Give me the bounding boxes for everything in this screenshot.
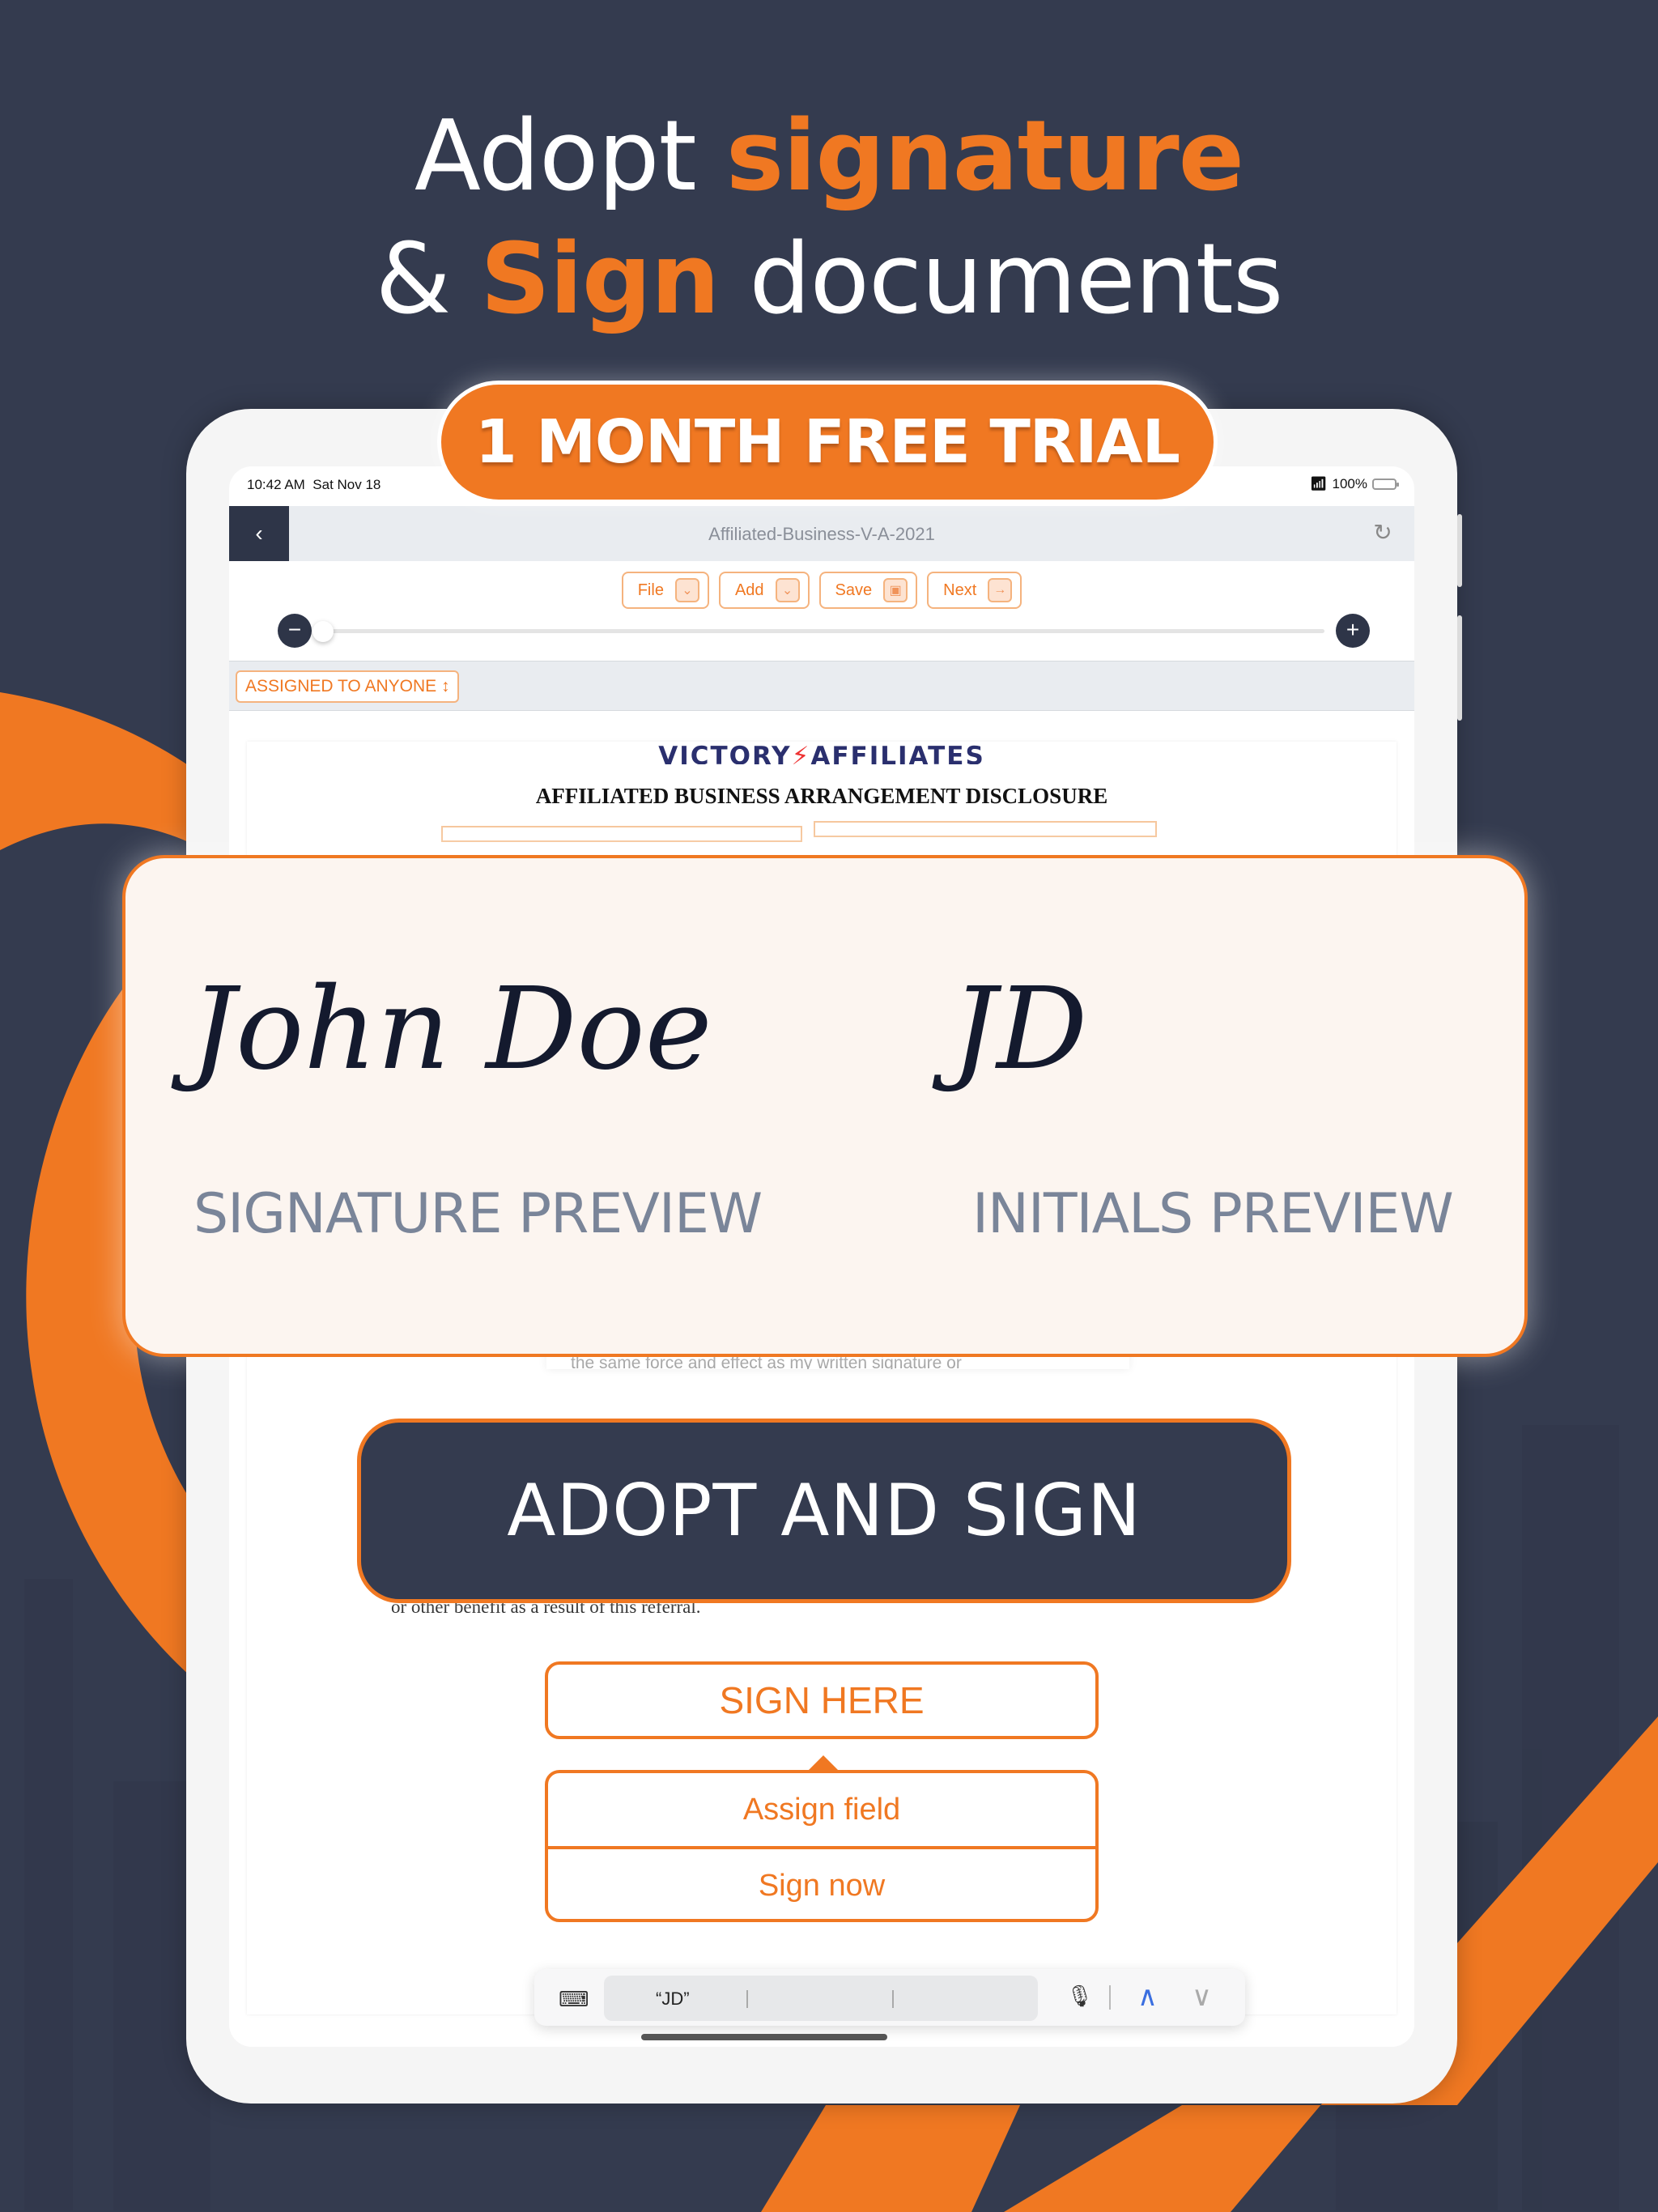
- headline-line-2: & Sign documents: [375, 223, 1284, 336]
- popover-arrow: [809, 1755, 838, 1770]
- save-icon: ▣: [883, 578, 908, 602]
- document-field-box[interactable]: [814, 821, 1157, 837]
- chevron-up-icon[interactable]: ∧: [1137, 1980, 1158, 2013]
- save-button[interactable]: Save ▣: [818, 572, 918, 609]
- suggestion-divider: [892, 1990, 894, 2008]
- headline: Adopt signature & Sign documents: [0, 96, 1658, 342]
- tablet-side-button: [1457, 514, 1462, 587]
- refresh-icon: ↻: [1373, 520, 1392, 545]
- battery-icon: [1372, 479, 1399, 490]
- document-logo: VICTORY⚡AFFILIATES: [658, 742, 985, 764]
- file-button[interactable]: File ⌄: [621, 572, 709, 609]
- document-heading: AFFILIATED BUSINESS ARRANGEMENT DISCLOSU…: [535, 784, 1108, 808]
- chevron-down-icon: ⌄: [775, 578, 800, 602]
- sign-field-menu: Assign field Sign now: [545, 1770, 1099, 1922]
- toolbar: File ⌄ Add ⌄ Save ▣ Next →: [229, 572, 1414, 610]
- headline-line-1: Adopt signature: [414, 100, 1244, 213]
- suggestion-item[interactable]: “JD”: [656, 1989, 690, 2010]
- document-title: Affiliated-Business-V-A-2021: [708, 524, 935, 544]
- tablet-volume-button: [1457, 615, 1462, 721]
- zoom-slider-thumb[interactable]: [312, 621, 334, 642]
- toolbar-divider: [1109, 1985, 1111, 2010]
- zoom-in-button[interactable]: +: [1336, 614, 1370, 648]
- status-indicators: 📶︎ 100%: [1309, 476, 1399, 492]
- microphone-icon[interactable]: 🎙︎: [1066, 1984, 1093, 2009]
- suggestion-divider: [746, 1990, 748, 2008]
- autocorrect-suggestions: “JD”: [604, 1976, 1038, 2021]
- chevron-up-down-icon: ↕: [440, 677, 450, 696]
- keyboard-shortcut-bar: ⌨ “JD” 🎙︎ ∧ ∨: [534, 1969, 1245, 2026]
- initials-preview-label: INITIALS PREVIEW: [972, 1182, 1454, 1246]
- assign-field-option[interactable]: Assign field: [548, 1773, 1095, 1846]
- zoom-control: − +: [278, 614, 1370, 649]
- document-field-box[interactable]: [441, 826, 802, 842]
- refresh-button[interactable]: ↻: [1371, 521, 1395, 545]
- sign-now-option[interactable]: Sign now: [548, 1846, 1095, 1919]
- initials-preview: JD: [951, 963, 1088, 1095]
- assign-filter-bar: ASSIGNED TO ANYONE ↕: [229, 661, 1414, 711]
- signature-preview-label: SIGNATURE PREVIEW: [193, 1182, 763, 1246]
- free-trial-badge: 1 MONTH FREE TRIAL: [437, 381, 1218, 504]
- home-indicator: [641, 2034, 887, 2040]
- chevron-down-icon[interactable]: ∨: [1192, 1980, 1212, 2013]
- zoom-slider[interactable]: [312, 621, 1324, 642]
- sign-here-field[interactable]: SIGN HERE: [545, 1661, 1099, 1739]
- signature-preview: John Doe: [190, 963, 712, 1095]
- signature-preview-card: John Doe JD SIGNATURE PREVIEW INITIALS P…: [122, 855, 1528, 1357]
- adopt-and-sign-button[interactable]: ADOPT AND SIGN: [357, 1419, 1291, 1603]
- status-time: 10:42 AM Sat Nov 18: [247, 477, 381, 492]
- zoom-out-button[interactable]: −: [278, 614, 312, 648]
- chevron-down-icon: ⌄: [674, 578, 699, 602]
- battery-percent: 100%: [1332, 476, 1367, 491]
- arrow-right-icon: →: [988, 578, 1013, 602]
- add-button[interactable]: Add ⌄: [718, 572, 810, 609]
- wifi-icon: 📶︎: [1309, 476, 1328, 491]
- next-button[interactable]: Next →: [927, 572, 1022, 609]
- assignee-dropdown[interactable]: ASSIGNED TO ANYONE ↕: [236, 670, 460, 703]
- keyboard-icon[interactable]: ⌨: [559, 1987, 589, 2012]
- nav-bar: ‹ Affiliated-Business-V-A-2021 ↻: [229, 506, 1414, 561]
